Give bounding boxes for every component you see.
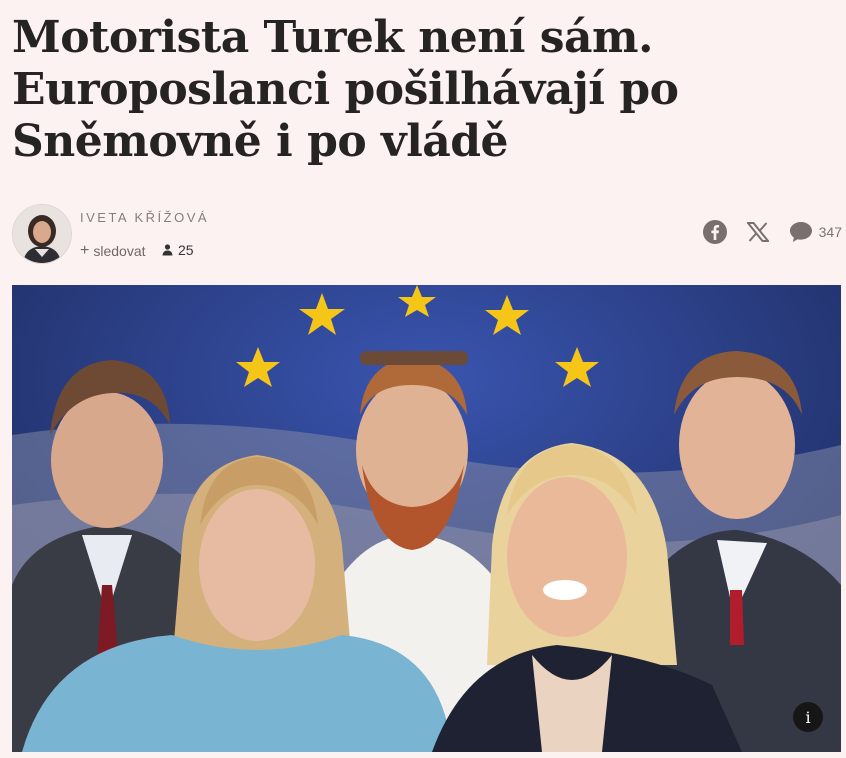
followers-number: 25 [178,242,194,258]
share-bar: 347 [702,220,842,244]
article-title: Motorista Turek není sám. Europoslanci p… [12,12,679,167]
x-share-button[interactable] [746,222,769,242]
person-icon [162,244,173,256]
follow-button[interactable]: + sledovat [80,242,146,260]
plus-icon: + [80,242,90,259]
facebook-share-button[interactable] [702,220,727,244]
comments-link[interactable]: 347 [789,221,842,243]
hero-image[interactable]: i [12,285,841,752]
author-portrait [13,205,71,263]
x-icon [746,222,769,242]
follow-label: sledovat [93,243,146,259]
followers-count: 25 [162,242,194,258]
comment-count: 347 [818,224,842,240]
comment-icon [789,222,812,242]
hero-photo-illustration [12,285,841,752]
author-name[interactable]: IVETA KŘÍŽOVÁ [80,210,209,225]
image-info-button[interactable]: i [793,702,823,732]
author-bar: IVETA KŘÍŽOVÁ + sledovat 25 347 [12,204,842,268]
author-avatar[interactable] [12,204,72,264]
facebook-icon [702,220,727,244]
